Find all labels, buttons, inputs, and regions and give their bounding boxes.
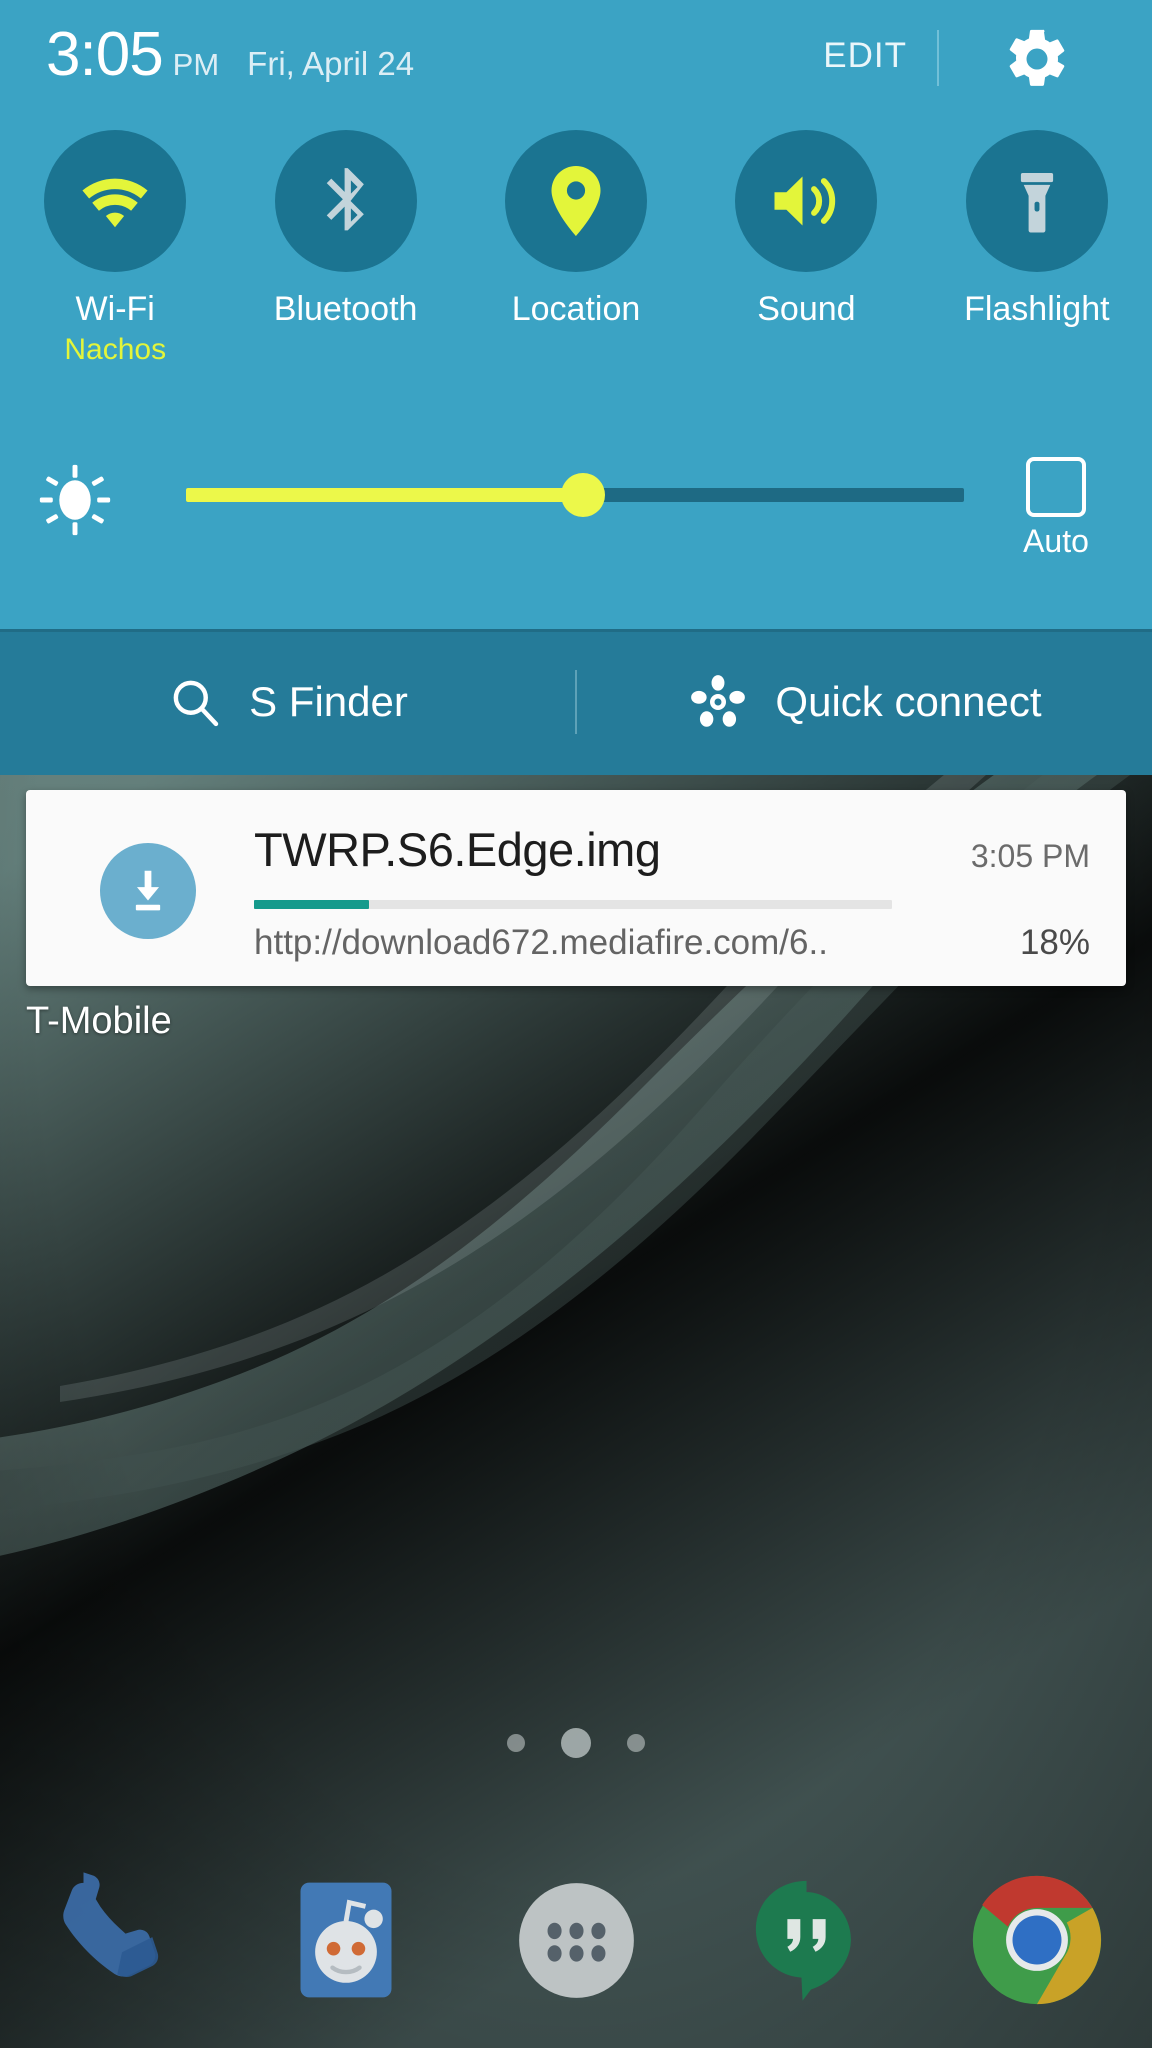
header-divider [937, 30, 939, 86]
wifi-icon [82, 178, 148, 228]
brightness-slider[interactable] [186, 473, 964, 517]
quick-connect-icon [691, 675, 746, 727]
notification-progress-fill [254, 900, 369, 909]
finder-bar: S Finder Quick connect [0, 629, 1152, 775]
dock-item-reddit[interactable] [230, 1875, 460, 2005]
clock: 3:05 PM Fri, April 24 [46, 24, 414, 86]
location-pin-icon [551, 166, 601, 236]
quick-settings-panel: 3:05 PM Fri, April 24 EDIT Wi-Fi Nachos [0, 0, 1152, 629]
toggle-wifi-label: Wi-Fi [75, 290, 155, 328]
toggle-flashlight[interactable]: Flashlight [922, 130, 1152, 370]
auto-brightness-label: Auto [1023, 523, 1089, 559]
toggle-bluetooth[interactable]: Bluetooth [230, 130, 460, 370]
notification-url: http://download672.mediafire.com/6.. [254, 923, 828, 962]
edit-button[interactable]: EDIT [823, 36, 907, 76]
dock-item-hangouts[interactable] [691, 1873, 921, 2008]
download-icon [135, 870, 161, 911]
toggle-bluetooth-circle [274, 130, 417, 272]
page-indicator [0, 1728, 1152, 1758]
notification-progress-bar [254, 900, 892, 909]
volume-icon [774, 176, 836, 226]
toggle-flashlight-label: Flashlight [964, 290, 1110, 328]
status-header: 3:05 PM Fri, April 24 EDIT [0, 0, 1152, 122]
toggle-location[interactable]: Location [461, 130, 691, 370]
toggle-location-label: Location [511, 290, 641, 328]
carrier-label: T-Mobile [26, 1000, 172, 1042]
notification-icon-wrap [100, 843, 196, 939]
apps-grid-icon [518, 1882, 634, 1998]
quick-toggles-row: Wi-Fi Nachos Bluetooth Location Sound Fl… [0, 130, 1152, 370]
phone-icon [63, 1872, 159, 1978]
toggle-bluetooth-label: Bluetooth [273, 290, 418, 328]
dock-item-app-drawer[interactable] [461, 1873, 691, 2008]
brightness-slider-thumb[interactable] [560, 473, 605, 517]
toggle-sound-circle [735, 130, 878, 272]
notification-percent: 18% [1019, 923, 1090, 962]
clock-ampm: PM [172, 47, 220, 82]
toggle-location-circle [505, 130, 648, 272]
quick-connect-label: Quick connect [775, 678, 1042, 725]
brightness-slider-fill [186, 488, 583, 502]
toggle-wifi-sublabel: Nachos [64, 333, 167, 366]
chrome-icon [972, 1875, 1101, 2005]
toggle-sound-label: Sound [757, 290, 856, 328]
toggle-wifi[interactable]: Wi-Fi Nachos [0, 130, 230, 370]
settings-gear-button[interactable] [1002, 24, 1072, 94]
reddit-icon [300, 1882, 392, 1998]
toggle-sound[interactable]: Sound [691, 130, 921, 370]
gear-icon [1009, 29, 1065, 86]
auto-brightness-checkbox[interactable] [1026, 457, 1086, 517]
clock-date: Fri, April 24 [247, 45, 415, 82]
s-finder-button[interactable]: S Finder [0, 674, 575, 730]
brightness-row: Auto [0, 455, 1152, 585]
brightness-icon-wrap [38, 463, 112, 537]
notification-title: TWRP.S6.Edge.img [254, 823, 661, 876]
page-dot[interactable] [507, 1734, 525, 1752]
dock [0, 1840, 1152, 2040]
dock-item-chrome[interactable] [922, 1870, 1152, 2010]
toggle-flashlight-circle [965, 130, 1108, 272]
page-dot[interactable] [627, 1734, 645, 1752]
page-dot-active[interactable] [561, 1728, 591, 1758]
notification-card[interactable]: TWRP.S6.Edge.img 3:05 PM http://download… [26, 790, 1126, 986]
dock-item-phone[interactable] [0, 1870, 230, 2010]
notification-time: 3:05 PM [970, 838, 1090, 874]
flashlight-icon [1020, 173, 1053, 233]
clock-time: 3:05 [46, 20, 164, 89]
toggle-wifi-circle [44, 130, 187, 272]
search-icon [173, 680, 219, 727]
bluetooth-icon [326, 168, 364, 231]
brightness-icon [39, 464, 111, 536]
s-finder-label: S Finder [249, 678, 408, 725]
hangouts-icon [755, 1880, 851, 2001]
quick-connect-button[interactable]: Quick connect [577, 671, 1152, 733]
